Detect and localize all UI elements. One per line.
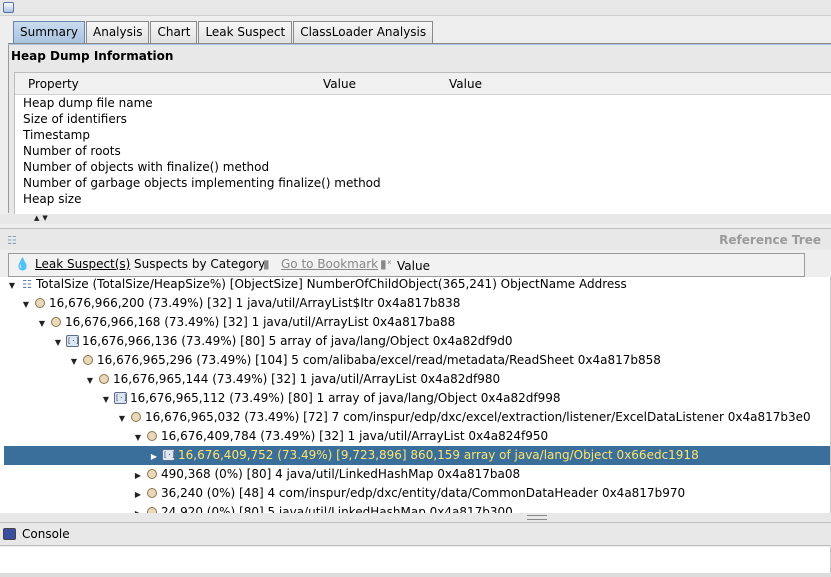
row-label: 16,676,966,168 (73.49%) [32] 1 java/util… [65,315,456,329]
row-label: 490,368 (0%) [80] 4 java/util/LinkedHash… [161,467,521,481]
tree-row[interactable]: ▼ 16,676,966,168 (73.49%) [32] 1 java/uti… [36,313,455,332]
array-icon: [·] [66,334,80,347]
tree-row[interactable]: ▶ 36,240 (0%) [48] 4 com/inspur/edp/dxc/e… [132,484,685,503]
leak-suspects-button[interactable]: Leak Suspect(s) [35,257,130,271]
table-row[interactable]: Heap size [15,191,831,207]
tree-row[interactable]: ▼ 16,676,965,296 (73.49%) [104] 5 com/ali… [68,351,661,370]
app-icon [3,2,14,13]
bookmark-remove-icon[interactable]: ▮ˣ [380,257,392,271]
expand-icon[interactable]: ▶ [132,466,144,485]
collapse-icon[interactable]: ▼ [52,333,64,352]
collapse-icon[interactable]: ▼ [116,409,128,428]
collapse-icon[interactable]: ▼ [6,277,18,295]
tab-chart[interactable]: Chart [150,21,198,43]
row-label: 16,676,966,136 (73.49%) [80] 5 array of … [82,334,513,348]
object-icon [35,297,45,308]
table-row[interactable]: Number of objects with finalize() method [15,159,831,175]
table-row[interactable]: Heap dump file name [15,95,831,111]
object-icon [51,316,61,327]
go-to-bookmark-button[interactable]: Go to Bookmark [281,257,378,271]
leak-suspect-icon[interactable]: 💧 [15,257,30,271]
row-label: 16,676,965,032 (73.49%) [72] 7 com/inspu… [145,410,811,424]
row-label: 36,240 (0%) [48] 4 com/inspur/edp/dxc/en… [161,486,686,500]
tree-row[interactable]: ▼ 16,676,409,784 (73.49%) [32] 1 java/uti… [132,427,548,446]
tree-row[interactable]: ▶ 490,368 (0%) [80] 4 java/util/LinkedHas… [132,465,520,484]
tree-row[interactable]: ▶ 24,920 (0%) [80] 5 java/util/LinkedHash… [132,503,513,513]
splitter-grip-icon[interactable] [527,515,547,520]
table-header: Property Value Value [15,73,831,95]
console-icon [3,528,16,540]
bookmark-icon: ▮ [263,257,270,271]
array-icon: [·] [114,391,128,404]
expand-icon[interactable]: ▶ [132,504,144,513]
expand-icon[interactable]: ▶ [148,447,160,466]
object-icon [147,468,157,479]
collapse-arrows-icon[interactable]: ▲▼ [34,214,51,222]
table-row[interactable]: Timestamp [15,127,831,143]
expand-icon[interactable]: ▶ [132,485,144,504]
column-header-property[interactable]: Property [28,77,79,91]
table-row[interactable]: Number of roots [15,143,831,159]
collapse-icon[interactable]: ▼ [84,371,96,390]
tree-row-selected[interactable]: ▶ [·] 16,676,409,752 (73.49%) [9,723,896] … [4,446,830,465]
tree-root-row[interactable]: ▼ ☷ TotalSize (TotalSize/HeapSize%) [Objec… [6,277,627,294]
panel-splitter-bottom[interactable] [0,513,831,522]
object-icon [83,354,93,365]
object-icon [147,487,157,498]
tab-bar: Summary Analysis Chart Leak Suspect Clas… [13,21,434,43]
collapse-icon[interactable]: ▼ [100,390,112,409]
tab-classloader-analysis[interactable]: ClassLoader Analysis [293,21,434,43]
bottom-border [0,573,831,577]
console-bar: Console [0,522,831,546]
tab-summary[interactable]: Summary [13,21,85,43]
row-label: 16,676,965,112 (73.49%) [80] 1 array of … [130,391,561,405]
table-row[interactable]: Size of identifiers [15,111,831,127]
tree-row[interactable]: ▼ [·] 16,676,965,112 (73.49%) [80] 1 array… [100,389,561,408]
console-tab[interactable]: Console [22,527,70,541]
reference-tree-toolbar: 💧 Leak Suspect(s) Suspects by Category ▮… [8,253,805,277]
array-icon: [·] [162,448,176,461]
tree-row[interactable]: ▼ [·] 16,676,966,136 (73.49%) [80] 5 array… [52,332,513,351]
panel-splitter[interactable]: ▲▼ [0,214,831,224]
collapse-icon[interactable]: ▼ [36,314,48,333]
row-label: 16,676,409,752 (73.49%) [9,723,896] 860,… [178,448,699,462]
value-button[interactable]: Value [397,259,430,273]
heap-info-table[interactable]: Property Value Value Heap dump file name… [14,72,831,220]
tree-row[interactable]: ▼ 16,676,966,200 (73.49%) [32] 1 java/uti… [20,294,460,313]
tree-row[interactable]: ▼ 16,676,965,032 (73.49%) [72] 7 com/insp… [116,408,811,427]
row-label: 16,676,965,144 (73.49%) [32] 1 java/util… [113,372,501,386]
reference-tree-header: ☷ Reference Tree [0,228,831,250]
view-title: Reference Tree [719,233,821,247]
collapse-icon[interactable]: ▼ [68,352,80,371]
row-label: TotalSize (TotalSize/HeapSize%) [ObjectS… [36,277,627,291]
table-row[interactable]: Number of garbage objects implementing f… [15,175,831,191]
tab-leak-suspect[interactable]: Leak Suspect [198,21,293,43]
tree-row[interactable]: ▼ 16,676,965,144 (73.49%) [32] 1 java/uti… [84,370,500,389]
suspects-by-category-button[interactable]: Suspects by Category [134,257,265,271]
tab-analysis[interactable]: Analysis [86,21,150,43]
row-label: 16,676,965,296 (73.49%) [104] 5 com/alib… [97,353,661,367]
section-title: Heap Dump Information [11,49,174,63]
object-icon [147,430,157,441]
tree-view-icon[interactable]: ☷ [7,234,17,247]
row-label: 16,676,966,200 (73.49%) [32] 1 java/util… [49,296,461,310]
column-header-value-2[interactable]: Value [449,77,482,91]
title-strip [0,0,831,16]
column-header-value[interactable]: Value [323,77,356,91]
row-label: 24,920 (0%) [80] 5 java/util/LinkedHashM… [161,505,513,513]
object-icon [99,373,109,384]
collapse-icon[interactable]: ▼ [132,428,144,447]
heap-dump-info-panel: Heap Dump Information Property Value Val… [8,45,831,220]
reference-tree[interactable]: ▼ ☷ TotalSize (TotalSize/HeapSize%) [Objec… [0,277,831,513]
collapse-icon[interactable]: ▼ [20,295,32,314]
root-icon: ☷ [22,278,32,291]
object-icon [131,411,141,422]
row-label: 16,676,409,784 (73.49%) [32] 1 java/util… [161,429,549,443]
